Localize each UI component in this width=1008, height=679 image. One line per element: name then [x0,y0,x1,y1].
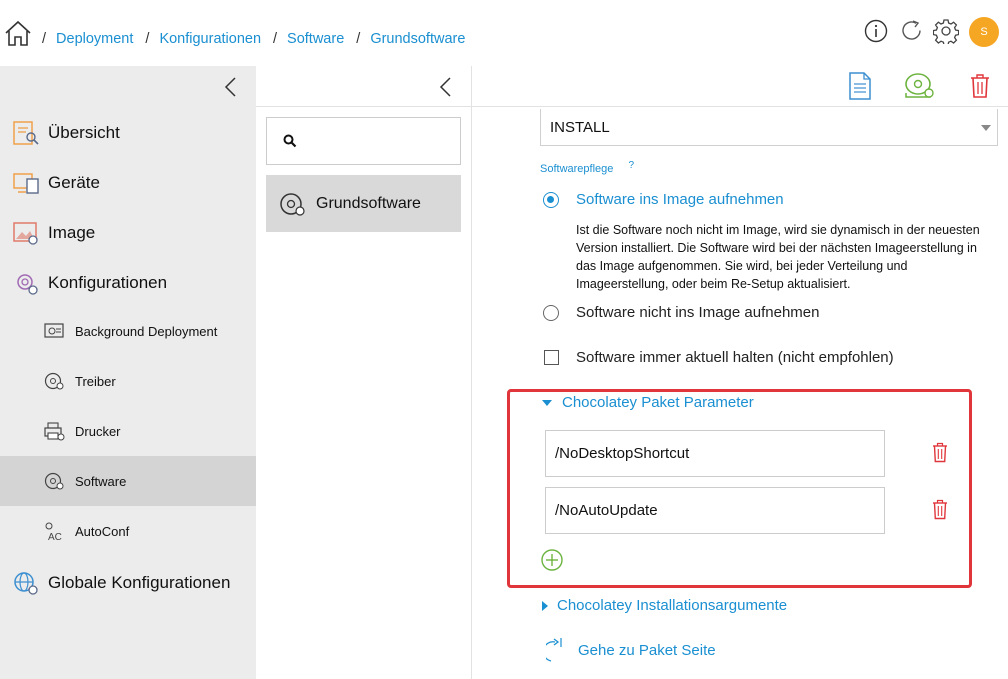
top-bar: / Deployment / Konfigurationen / Softwar… [0,0,1008,66]
option-description: Ist die Software noch nicht im Image, wi… [576,223,980,291]
sidebar-item-drucker[interactable]: Drucker [0,406,256,456]
devices-icon [13,173,39,194]
printer-icon [44,422,65,441]
breadcrumb-separator: / [356,31,361,47]
autoconf-icon: AC [45,522,62,542]
sidebar-item-label: Image [48,223,96,242]
refresh-icon[interactable] [899,18,924,43]
sidebar-item-globale-konfigurationen[interactable]: Globale Konfigurationen [0,558,256,608]
breadcrumb-separator: / [42,31,47,47]
checkbox-label-always-update: Software immer aktuell halten (nicht emp… [576,349,894,366]
panel-header [256,66,1008,107]
sidebar-item-label: Globale Konfigurationen [48,573,231,592]
breadcrumb-software[interactable]: Software [287,31,344,47]
trash-icon[interactable] [932,442,948,463]
breadcrumb-separator: / [145,31,150,47]
sidebar-item-label: Geräte [48,173,100,192]
install-mode-value: INSTALL [550,119,610,136]
software-disc-icon [44,472,64,490]
software-disc-icon [280,192,305,216]
configurations-icon [17,274,38,295]
background-deployment-icon [44,323,64,338]
sidebar-item-image[interactable]: Image [0,208,256,258]
help-icon[interactable]: ? [628,160,634,171]
svg-text:AC: AC [48,532,62,542]
avatar[interactable]: S [969,17,999,47]
sidebar-item-label: AutoConf [75,523,130,539]
sidebar-item-label: Übersicht [48,123,120,142]
sidebar: Übersicht Geräte Image Konfigurationen B… [0,66,256,679]
option-label-ins-image: Software ins Image aufnehmen [576,191,784,208]
detail-form: INSTALL Softwarepflege ? Software ins Im… [472,107,1008,679]
accordion-title: Chocolatey Installationsargumente [557,597,788,614]
list-item[interactable]: Grundsoftware [266,175,461,232]
option-label-nicht-ins-image: Software nicht ins Image aufnehmen [576,304,820,321]
global-config-icon [14,572,38,595]
sidebar-item-label: Background Deployment [75,323,218,339]
sidebar-item-background-deployment[interactable]: Background Deployment [0,306,256,356]
overview-icon [13,121,39,145]
search-icon [283,134,297,148]
document-icon[interactable] [847,71,873,101]
accordion-title: Chocolatey Paket Parameter [562,394,754,411]
breadcrumb: / Deployment / Konfigurationen / Softwar… [42,31,477,47]
param-input[interactable]: /NoDesktopShortcut [545,430,885,477]
sidebar-item-geraete[interactable]: Geräte [0,158,256,208]
list-item-label: Grundsoftware [316,194,421,212]
add-parameter-plus-icon[interactable] [541,549,563,571]
home-icon[interactable] [4,20,32,48]
sidebar-collapse-chevron-icon[interactable] [222,76,240,98]
checkbox-always-update[interactable] [544,350,559,365]
trash-icon[interactable] [932,499,948,520]
item-list-panel: Grundsoftware [256,66,1008,679]
image-icon [13,222,38,245]
panel-collapse-chevron-icon[interactable] [438,76,454,98]
info-icon[interactable] [864,19,888,43]
sidebar-item-uebersicht[interactable]: Übersicht [0,108,256,158]
section-label-softwarepflege: Softwarepflege ? [540,160,634,175]
sidebar-item-autoconf[interactable]: AC AutoConf [0,506,256,556]
redirect-arrow-icon [546,638,562,662]
sidebar-item-konfigurationen[interactable]: Konfigurationen [0,258,256,308]
install-mode-select[interactable]: INSTALL [540,109,998,146]
search-input[interactable] [266,117,461,165]
goto-package-page-link[interactable]: Gehe zu Paket Seite [546,637,716,663]
radio-software-nicht-ins-image[interactable] [543,305,559,321]
breadcrumb-konfigurationen[interactable]: Konfigurationen [159,31,261,47]
caret-down-icon [542,399,552,406]
chevron-down-icon [981,125,991,131]
sidebar-item-label: Software [75,473,127,489]
breadcrumb-deployment[interactable]: Deployment [56,31,133,47]
breadcrumb-separator: / [273,31,278,47]
goto-label: Gehe zu Paket Seite [578,641,716,659]
accordion-chocolatey-installationsargumente[interactable]: Chocolatey Installationsargumente [542,597,787,614]
breadcrumb-grundsoftware[interactable]: Grundsoftware [370,31,465,47]
param-input[interactable]: /NoAutoUpdate [545,487,885,534]
section-label-text: Softwarepflege [540,163,614,175]
sidebar-item-label: Konfigurationen [48,273,168,292]
sidebar-item-label: Drucker [75,423,121,439]
accordion-chocolatey-parameter[interactable]: Chocolatey Paket Parameter [542,394,754,411]
gear-icon[interactable] [933,18,959,44]
driver-icon [44,372,64,390]
install-disc-icon[interactable] [903,71,937,101]
sidebar-item-software[interactable]: Software [0,456,256,506]
caret-right-icon [542,600,548,611]
sidebar-item-treiber[interactable]: Treiber [0,356,256,406]
trash-icon[interactable] [970,73,990,99]
radio-software-ins-image[interactable] [543,192,559,208]
sidebar-item-label: Treiber [75,373,116,389]
